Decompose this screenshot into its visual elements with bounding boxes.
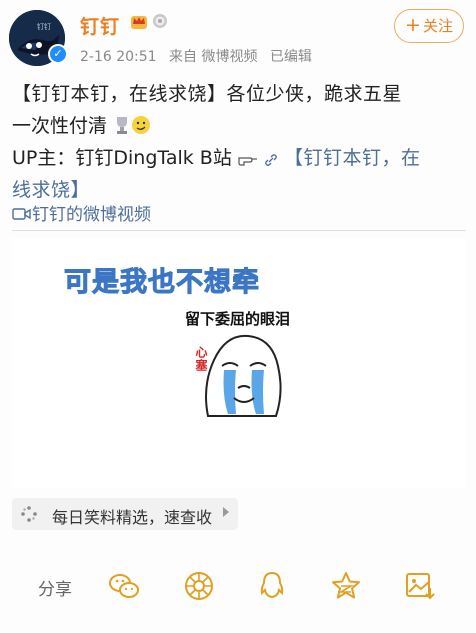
- video-link-label: 钉钉的微博视频: [32, 205, 151, 225]
- medal-badge-icon[interactable]: [152, 13, 168, 29]
- follow-button[interactable]: + 关注: [394, 9, 464, 43]
- avatar-label: 钉钉: [37, 23, 51, 31]
- qzone-star-icon[interactable]: [330, 570, 362, 602]
- post-source[interactable]: 来自 微博视频: [169, 49, 257, 65]
- post-meta: 2-16 20:51 来自 微博视频 已编辑: [80, 46, 320, 66]
- edited-label[interactable]: 已编辑: [270, 49, 312, 65]
- topic-chip-label: 每日笑料精选，速查收: [52, 508, 213, 527]
- meme-caption-title: 可是我也不想牵: [64, 267, 260, 299]
- post-date: 2-16 20:51: [80, 49, 157, 65]
- share-label: 分享: [38, 580, 72, 600]
- smirk-emoji-icon: [132, 116, 151, 134]
- up-owner-text: UP主：钉钉DingTalk B站: [12, 147, 232, 169]
- link-icon: [265, 154, 277, 166]
- verified-icon: ✓: [48, 44, 68, 64]
- video-player[interactable]: 可是我也不想牵 留下委屈的眼泪 心塞: [12, 238, 466, 488]
- post-line-2-text: 一次性付清: [12, 115, 108, 137]
- moments-icon[interactable]: [183, 570, 215, 602]
- username[interactable]: 钉钉: [80, 12, 120, 39]
- pointing-hand-icon: [238, 157, 257, 166]
- video-camera-icon: [12, 208, 31, 220]
- post-header: 钉钉 ✓ 钉钉 2-16 20:51 来自 微博视频 已编辑 + 关注: [0, 0, 476, 70]
- video-link[interactable]: 钉钉的微博视频: [12, 200, 151, 225]
- post-line-1: 【钉钉本钉，在线求饶】各位少侠，跪求五星: [12, 83, 403, 105]
- bilibili-link[interactable]: 【钉钉本钉，在: [284, 147, 421, 169]
- trophy-emoji-icon: [117, 117, 128, 134]
- plus-icon: +: [405, 14, 421, 36]
- chevron-right-icon: [223, 507, 229, 517]
- post-line-2: 一次性付清: [12, 110, 464, 142]
- topic-chip[interactable]: 每日笑料精选，速查收: [12, 498, 238, 530]
- qq-icon[interactable]: [256, 570, 288, 602]
- share-bar: 分享: [0, 560, 476, 633]
- crying-meme-face-icon: [205, 334, 282, 417]
- crown-badge-icon[interactable]: [130, 12, 148, 30]
- follow-label: 关注: [422, 17, 453, 35]
- post-line-3: UP主：钉钉DingTalk B站 【钉钉本钉，在: [12, 142, 464, 174]
- save-image-icon[interactable]: [404, 570, 436, 602]
- sparkle-icon: [21, 506, 37, 522]
- wechat-icon[interactable]: [108, 570, 140, 602]
- divider: [12, 230, 466, 231]
- post-body: 【钉钉本钉，在线求饶】各位少侠，跪求五星 一次性付清 UP主：钉钉DingTal…: [12, 78, 464, 206]
